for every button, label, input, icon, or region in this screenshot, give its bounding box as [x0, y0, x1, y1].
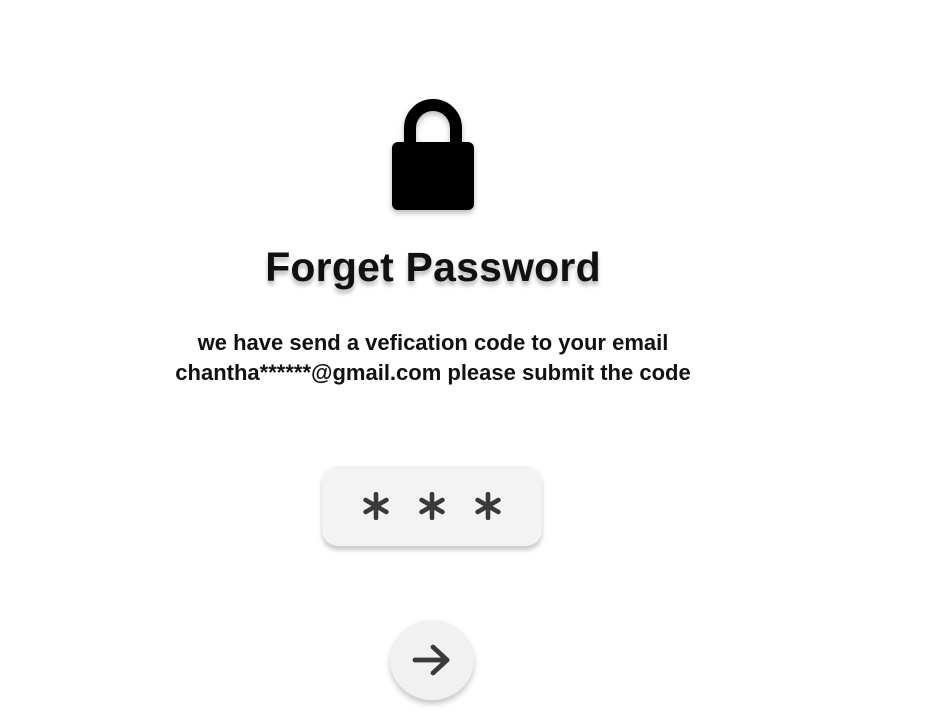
page-title: Forget Password	[265, 244, 601, 290]
message-line-2: chantha******@gmail.com please submit th…	[175, 360, 691, 385]
verification-code-input[interactable]	[322, 466, 542, 546]
code-digit-2	[419, 492, 445, 520]
submit-button[interactable]	[390, 620, 474, 700]
arrow-right-icon	[412, 644, 450, 676]
lock-icon	[392, 99, 474, 210]
code-digit-1	[363, 492, 389, 520]
message-line-1: we have send a vefication code to your e…	[197, 330, 669, 355]
verification-message: we have send a vefication code to your e…	[0, 328, 866, 388]
code-digit-3	[475, 492, 501, 520]
